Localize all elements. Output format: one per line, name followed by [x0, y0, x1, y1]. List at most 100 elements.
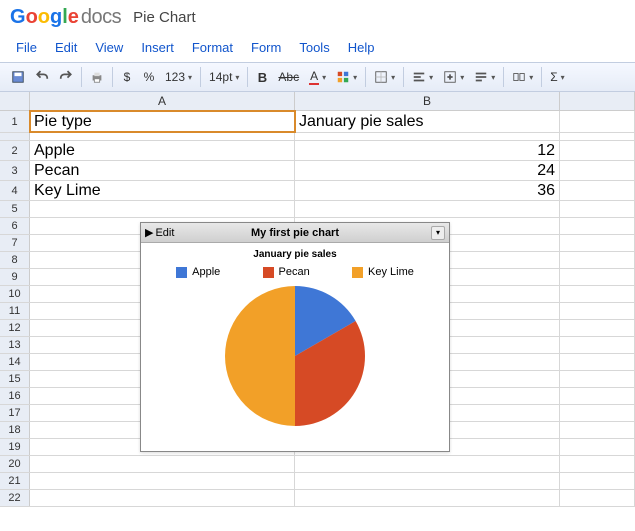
row-header-6[interactable]: 6: [0, 218, 30, 234]
cell-c15[interactable]: [560, 371, 635, 387]
text-color-button[interactable]: A: [304, 66, 331, 88]
row-header-10[interactable]: 10: [0, 286, 30, 302]
select-all-corner[interactable]: [0, 92, 30, 110]
cell-c6[interactable]: [560, 218, 635, 234]
cell-c7[interactable]: [560, 235, 635, 251]
font-size-select[interactable]: 14pt: [204, 66, 244, 88]
cell-a4[interactable]: Key Lime: [30, 181, 295, 200]
column-header-c[interactable]: [560, 92, 635, 110]
cell-c20[interactable]: [560, 456, 635, 472]
chart-title: My first pie chart: [141, 227, 449, 239]
menu-help[interactable]: Help: [340, 37, 383, 58]
row-header-20[interactable]: 20: [0, 456, 30, 472]
borders-button[interactable]: [369, 66, 400, 88]
bold-button[interactable]: B: [251, 66, 273, 88]
row-header-2[interactable]: 2: [0, 141, 30, 160]
cell-c12[interactable]: [560, 320, 635, 336]
legend-item-keylime: Key Lime: [352, 266, 414, 278]
cell-c16[interactable]: [560, 388, 635, 404]
cell-a21[interactable]: [30, 473, 295, 489]
fill-color-button[interactable]: [331, 66, 362, 88]
cell-b4[interactable]: 36: [295, 181, 560, 200]
cell-c5[interactable]: [560, 201, 635, 217]
cell-c9[interactable]: [560, 269, 635, 285]
cell-b21[interactable]: [295, 473, 560, 489]
column-header-a[interactable]: A: [30, 92, 295, 110]
google-docs-logo: Googledocs: [10, 6, 121, 29]
cell-c4[interactable]: [560, 181, 635, 200]
row-header-15[interactable]: 15: [0, 371, 30, 387]
menu-form[interactable]: Form: [243, 37, 289, 58]
column-header-b[interactable]: B: [295, 92, 560, 110]
cell-c2[interactable]: [560, 141, 635, 160]
cell-c18[interactable]: [560, 422, 635, 438]
row-header-21[interactable]: 21: [0, 473, 30, 489]
chart-widget[interactable]: ▶Edit My first pie chart ▾ January pie s…: [140, 222, 450, 452]
save-button[interactable]: [6, 66, 30, 88]
row-header-22[interactable]: 22: [0, 490, 30, 506]
menu-view[interactable]: View: [87, 37, 131, 58]
row-header-4[interactable]: 4: [0, 181, 30, 200]
cell-a20[interactable]: [30, 456, 295, 472]
cell-c13[interactable]: [560, 337, 635, 353]
merge-button[interactable]: [507, 66, 538, 88]
row-header-11[interactable]: 11: [0, 303, 30, 319]
print-button[interactable]: [85, 66, 109, 88]
cell-b5[interactable]: [295, 201, 560, 217]
menu-file[interactable]: File: [8, 37, 45, 58]
redo-button[interactable]: [54, 66, 78, 88]
cell-b22[interactable]: [295, 490, 560, 506]
menu-insert[interactable]: Insert: [133, 37, 182, 58]
chart-menu-button[interactable]: ▾: [431, 226, 445, 240]
cell-c19[interactable]: [560, 439, 635, 455]
format-percent-button[interactable]: %: [138, 66, 160, 88]
cell-c8[interactable]: [560, 252, 635, 268]
row-header-9[interactable]: 9: [0, 269, 30, 285]
chart-edit-button[interactable]: ▶Edit: [145, 226, 174, 239]
row-header-17[interactable]: 17: [0, 405, 30, 421]
cell-a3[interactable]: Pecan: [30, 161, 295, 180]
cell-c11[interactable]: [560, 303, 635, 319]
cell-c22[interactable]: [560, 490, 635, 506]
row-header-5[interactable]: 5: [0, 201, 30, 217]
app-header: Googledocs Pie Chart: [0, 0, 635, 35]
chart-header[interactable]: ▶Edit My first pie chart ▾: [141, 223, 449, 243]
row-gap: [0, 133, 635, 141]
row-header-12[interactable]: 12: [0, 320, 30, 336]
cell-c1[interactable]: [560, 111, 635, 132]
align-button[interactable]: [407, 66, 438, 88]
row-header-8[interactable]: 8: [0, 252, 30, 268]
row-header-19[interactable]: 19: [0, 439, 30, 455]
menu-tools[interactable]: Tools: [291, 37, 337, 58]
more-formats-button[interactable]: 123: [160, 66, 197, 88]
cell-c14[interactable]: [560, 354, 635, 370]
row-header-3[interactable]: 3: [0, 161, 30, 180]
row-header-1[interactable]: 1: [0, 111, 30, 132]
cell-b1[interactable]: January pie sales: [295, 111, 560, 132]
cell-c10[interactable]: [560, 286, 635, 302]
row-header-16[interactable]: 16: [0, 388, 30, 404]
menu-edit[interactable]: Edit: [47, 37, 85, 58]
undo-button[interactable]: [30, 66, 54, 88]
cell-c3[interactable]: [560, 161, 635, 180]
cell-a22[interactable]: [30, 490, 295, 506]
document-title[interactable]: Pie Chart: [133, 9, 196, 26]
strikethrough-button[interactable]: Abc: [273, 66, 304, 88]
cell-a5[interactable]: [30, 201, 295, 217]
format-currency-button[interactable]: $: [116, 66, 138, 88]
menu-format[interactable]: Format: [184, 37, 241, 58]
cell-a1[interactable]: Pie type: [30, 111, 295, 132]
cell-b2[interactable]: 12: [295, 141, 560, 160]
row-header-14[interactable]: 14: [0, 354, 30, 370]
functions-button[interactable]: Σ: [545, 66, 569, 88]
insert-button[interactable]: [438, 66, 469, 88]
row-header-7[interactable]: 7: [0, 235, 30, 251]
cell-b20[interactable]: [295, 456, 560, 472]
cell-b3[interactable]: 24: [295, 161, 560, 180]
row-header-13[interactable]: 13: [0, 337, 30, 353]
cell-a2[interactable]: Apple: [30, 141, 295, 160]
wrap-button[interactable]: [469, 66, 500, 88]
row-header-18[interactable]: 18: [0, 422, 30, 438]
cell-c21[interactable]: [560, 473, 635, 489]
cell-c17[interactable]: [560, 405, 635, 421]
